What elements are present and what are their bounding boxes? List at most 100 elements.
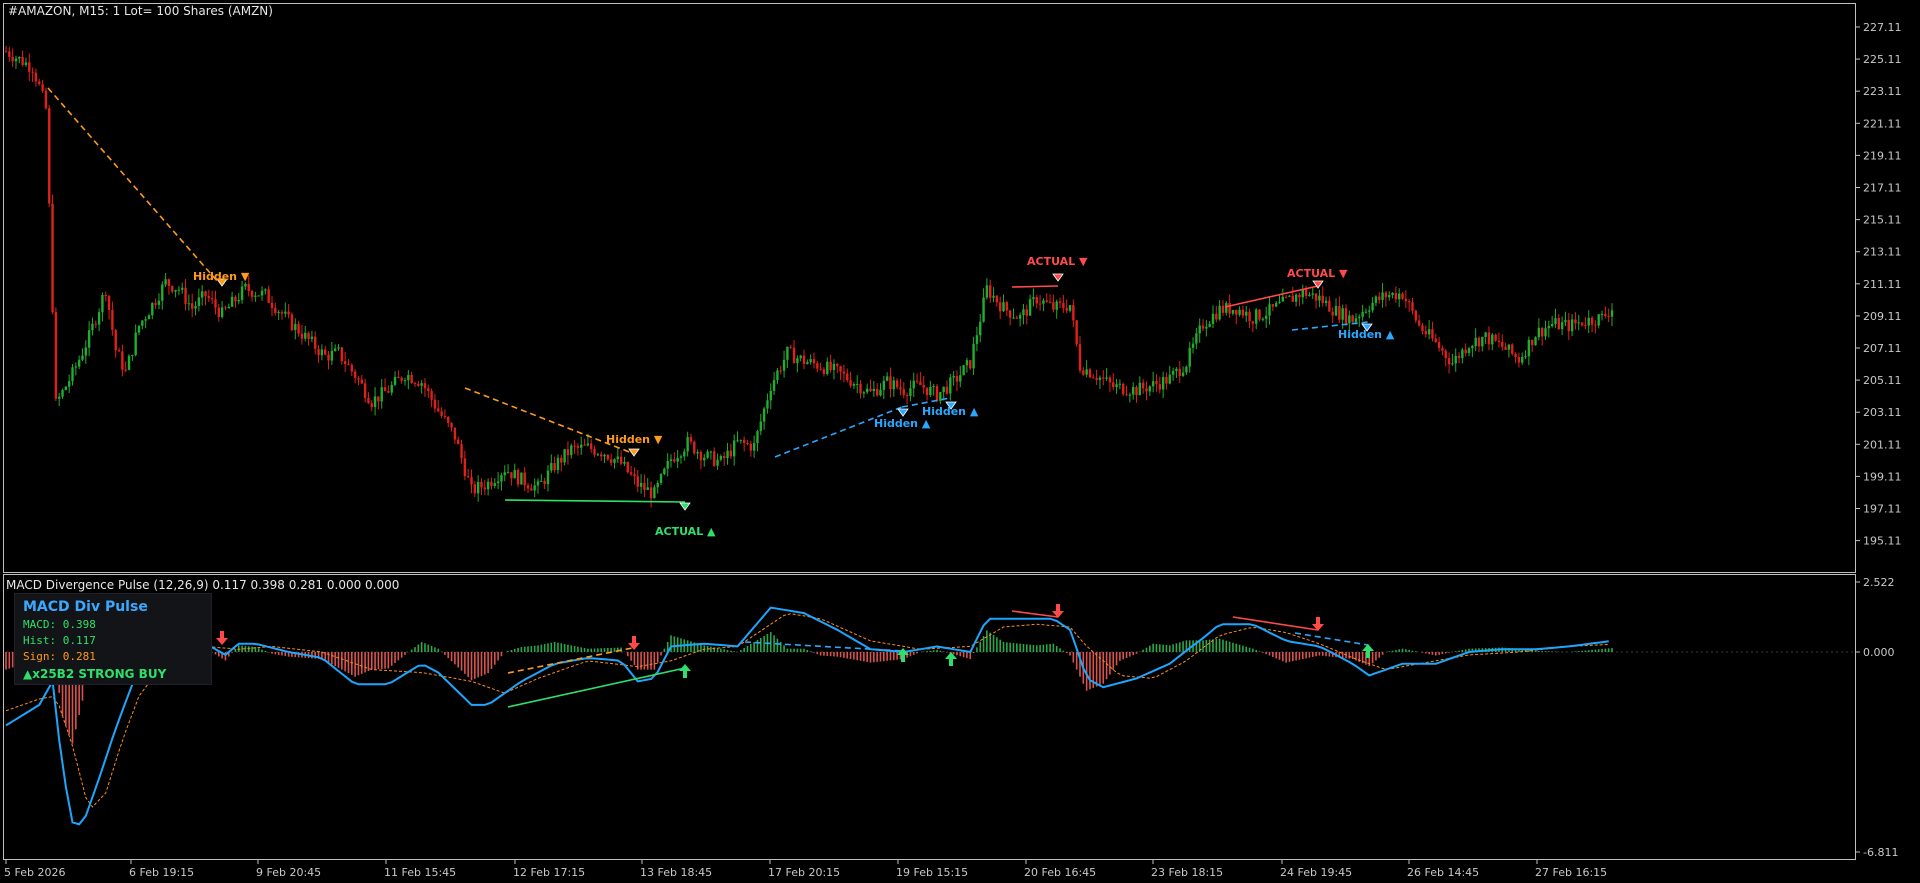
candle-body xyxy=(380,387,383,402)
candle-body xyxy=(1391,292,1394,296)
candle-body xyxy=(144,319,147,321)
candle-body xyxy=(1471,345,1474,349)
candle-body xyxy=(802,355,806,365)
candle-body xyxy=(217,307,221,318)
indicator-divergence-line xyxy=(1011,610,1059,618)
candle-body xyxy=(656,483,659,488)
candle-body xyxy=(1590,317,1594,325)
divergence-marker-icon xyxy=(628,448,640,457)
candle-body xyxy=(1580,322,1584,326)
candle-body xyxy=(762,408,766,422)
candle-body xyxy=(460,444,463,459)
candle-body xyxy=(124,369,127,371)
candle-body xyxy=(24,62,28,66)
candle-body xyxy=(84,347,88,356)
candle-body xyxy=(204,291,207,297)
candle-body xyxy=(726,450,729,459)
divergence-marker-icon xyxy=(1052,273,1064,282)
candle-body xyxy=(862,392,866,394)
candle-body xyxy=(1038,303,1042,305)
candle-body xyxy=(985,285,989,298)
candle-body xyxy=(626,461,629,473)
candle-body xyxy=(1394,292,1398,300)
candle-body xyxy=(1584,325,1587,327)
candle-body xyxy=(1068,305,1072,311)
candle-body xyxy=(104,294,107,296)
candle-body xyxy=(752,443,756,451)
candle-body xyxy=(74,366,78,368)
candle-body xyxy=(1424,331,1427,335)
candle-body xyxy=(959,375,962,382)
indicator-tick-label: 2.522 xyxy=(1863,576,1895,589)
candle-body xyxy=(58,396,61,399)
candle-body xyxy=(629,472,633,475)
candle-body xyxy=(437,408,440,412)
candle-body xyxy=(181,287,184,290)
time-tick-label: 12 Feb 17:15 xyxy=(513,866,585,879)
candle-body xyxy=(250,291,254,297)
candle-body xyxy=(1567,320,1570,332)
candle-body xyxy=(1341,308,1344,320)
candle-body xyxy=(141,320,144,326)
candle-body xyxy=(333,348,337,351)
candle-body xyxy=(1002,302,1005,312)
candle-body xyxy=(832,363,836,371)
candle-body xyxy=(516,469,520,485)
candle-body xyxy=(1022,309,1025,316)
candle-body xyxy=(267,289,270,303)
candle-body xyxy=(1205,326,1208,329)
candle-body xyxy=(1288,295,1291,297)
candle-body xyxy=(1487,332,1491,345)
candle-body xyxy=(1058,301,1062,303)
candle-body xyxy=(506,472,510,474)
candle-body xyxy=(38,81,41,85)
candle-body xyxy=(393,376,397,385)
indicator-divergence-line xyxy=(744,641,904,652)
candle-body xyxy=(370,403,373,408)
candle-body xyxy=(1125,394,1128,396)
candle-body xyxy=(839,366,842,372)
candle-body xyxy=(653,487,656,499)
time-tick-label: 23 Feb 18:15 xyxy=(1151,866,1223,879)
time-tick-label: 13 Feb 18:45 xyxy=(640,866,712,879)
candle-body xyxy=(965,360,969,366)
label-actual-bull: ACTUAL ▲ xyxy=(655,525,716,538)
chart-canvas[interactable]: 227.11 225.11 223.11 221.11 219.11 217.11 215.… xyxy=(0,0,1920,883)
candle-body xyxy=(1324,300,1328,304)
candle-body xyxy=(1085,369,1088,375)
candle-body xyxy=(1401,293,1404,299)
candle-body xyxy=(1491,334,1494,345)
candle-body xyxy=(1268,304,1271,316)
candle-body xyxy=(357,378,360,380)
candle-body xyxy=(716,459,719,466)
candle-body xyxy=(1158,384,1161,390)
candle-body xyxy=(184,287,187,304)
price-tick-label: 205.11 xyxy=(1863,374,1902,387)
indicator-tick-label: -6.811 xyxy=(1863,846,1898,859)
candle-body xyxy=(1178,368,1181,377)
candle-body xyxy=(1461,349,1464,359)
candle-body xyxy=(859,383,862,394)
candle-body xyxy=(8,51,11,57)
candle-body xyxy=(1072,305,1075,321)
candle-body xyxy=(427,388,430,391)
candle-body xyxy=(1225,302,1228,313)
candle-body xyxy=(1530,339,1534,346)
candle-body xyxy=(1540,327,1544,337)
candle-body xyxy=(566,449,570,456)
candle-body xyxy=(197,297,201,307)
candle-body xyxy=(885,376,889,381)
candle-body xyxy=(51,203,54,312)
candle-body xyxy=(1291,295,1294,302)
candle-body xyxy=(706,451,709,458)
candle-body xyxy=(187,303,191,305)
candle-body xyxy=(347,364,350,366)
divergence-line xyxy=(1011,285,1059,288)
candle-body xyxy=(846,373,849,381)
divergence-marker-icon xyxy=(679,502,691,511)
time-tick-label: 11 Feb 15:45 xyxy=(384,866,456,879)
arrow-up-icon xyxy=(945,652,957,666)
candle-body xyxy=(1321,295,1324,304)
candle-body xyxy=(1175,368,1178,372)
candle-body xyxy=(912,380,915,389)
